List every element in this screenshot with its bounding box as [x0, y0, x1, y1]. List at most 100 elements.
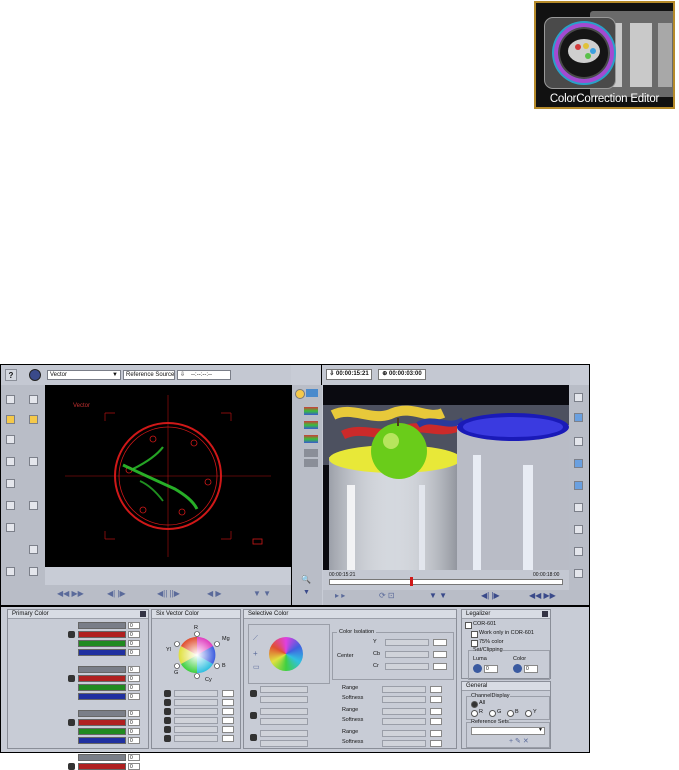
- monitor-icon[interactable]: [574, 459, 583, 468]
- globe-icon[interactable]: [29, 369, 41, 381]
- vector-slider[interactable]: [174, 717, 218, 724]
- softness-field[interactable]: [430, 740, 442, 747]
- player-tool-2-icon[interactable]: [574, 413, 583, 422]
- primary-slider[interactable]: [78, 719, 126, 726]
- eyedropper-icon[interactable]: [295, 389, 305, 399]
- vector-value[interactable]: [222, 717, 234, 724]
- range-slider[interactable]: [382, 686, 426, 693]
- vector-slider[interactable]: [174, 708, 218, 715]
- primary-slider[interactable]: [78, 737, 126, 744]
- y-field[interactable]: [433, 639, 447, 646]
- step-icon[interactable]: ◀| |▶: [107, 589, 126, 598]
- softness-field[interactable]: [430, 718, 442, 725]
- selective-tool-2-icon[interactable]: +: [253, 649, 258, 658]
- help-button[interactable]: ?: [5, 369, 17, 381]
- softness-field[interactable]: [430, 696, 442, 703]
- primary-slider[interactable]: [78, 728, 126, 735]
- six-vector-wheel[interactable]: [162, 624, 232, 684]
- selective-tool-3-icon[interactable]: ▭: [253, 663, 260, 671]
- vector-value[interactable]: [222, 690, 234, 697]
- luma-knob[interactable]: [473, 664, 482, 673]
- player-tool-1-icon[interactable]: [574, 393, 583, 402]
- primary-value[interactable]: 0: [128, 640, 140, 647]
- zoom-icon[interactable]: 🔍: [301, 575, 311, 584]
- cor601-checkbox[interactable]: [465, 622, 472, 629]
- scope-tool-2-icon[interactable]: [29, 395, 38, 404]
- range-field[interactable]: [430, 730, 442, 737]
- player-tool-7-icon[interactable]: [574, 569, 583, 578]
- work-only-checkbox[interactable]: [471, 631, 478, 638]
- primary-value[interactable]: 0: [128, 631, 140, 638]
- selective-slider[interactable]: [260, 686, 308, 693]
- loop-icon[interactable]: ⟳ ⊡: [379, 591, 395, 600]
- split-icon[interactable]: [29, 501, 38, 510]
- luma-value[interactable]: 0: [484, 665, 498, 673]
- primary-slider[interactable]: [78, 763, 126, 770]
- vector-value[interactable]: [222, 708, 234, 715]
- primary-slider[interactable]: [78, 622, 126, 629]
- primary-slider[interactable]: [78, 684, 126, 691]
- primary-value[interactable]: 0: [128, 719, 140, 726]
- primary-slider[interactable]: [78, 693, 126, 700]
- shuttle-icon[interactable]: ◀◀ ▶▶: [529, 591, 556, 600]
- primary-value[interactable]: 0: [128, 622, 140, 629]
- monitor-2-icon[interactable]: [574, 481, 583, 490]
- primary-value[interactable]: 0: [128, 684, 140, 691]
- target-icon[interactable]: [6, 415, 15, 424]
- radio-y[interactable]: [525, 710, 532, 717]
- primary-value[interactable]: 0: [128, 666, 140, 673]
- reference-sets-select[interactable]: ▼: [471, 727, 545, 735]
- mark-icon[interactable]: ▼ ▼: [253, 589, 271, 598]
- range-field[interactable]: [430, 708, 442, 715]
- scope-mode-select[interactable]: Vector ▼: [47, 370, 121, 380]
- vector-value[interactable]: [222, 726, 234, 733]
- player-tool-4-icon[interactable]: [574, 503, 583, 512]
- in-out-icon[interactable]: ▼ ▼: [429, 591, 447, 600]
- selective-slider[interactable]: [260, 740, 308, 747]
- selective-color-wheel[interactable]: [269, 637, 303, 671]
- player-tool-5-icon[interactable]: [574, 525, 583, 534]
- add-reference-icon[interactable]: + ✎ ✕: [509, 737, 529, 745]
- primary-slider[interactable]: [78, 640, 126, 647]
- timecode-duration[interactable]: ⊕ 00:00:03:00: [378, 369, 426, 380]
- primary-value[interactable]: 0: [128, 754, 140, 761]
- radio-b[interactable]: [507, 710, 514, 717]
- softness-slider[interactable]: [382, 718, 426, 725]
- legalizer-menu-icon[interactable]: [542, 611, 548, 617]
- playhead[interactable]: [410, 577, 413, 586]
- cr-field[interactable]: [433, 663, 447, 670]
- primary-slider[interactable]: [78, 754, 126, 761]
- vector-value[interactable]: [222, 735, 234, 742]
- arrow-right-icon[interactable]: [29, 567, 38, 576]
- mark-in-icon[interactable]: ▸ ▸: [335, 591, 345, 600]
- range-slider[interactable]: [382, 730, 426, 737]
- selective-tool-1-icon[interactable]: ⟋: [253, 635, 258, 643]
- timeline-track[interactable]: [329, 577, 563, 586]
- table-icon[interactable]: [6, 523, 15, 532]
- cb-slider[interactable]: [385, 651, 429, 658]
- timecode-in[interactable]: ⇩ 00:00:15:21: [326, 369, 372, 380]
- scroll-down-icon[interactable]: ▼: [303, 589, 310, 596]
- timecode-field[interactable]: ⇩ --:--:--:--: [177, 370, 231, 380]
- primary-value[interactable]: 0: [128, 728, 140, 735]
- primary-value[interactable]: 0: [128, 675, 140, 682]
- selective-slider[interactable]: [260, 730, 308, 737]
- player-tool-6-icon[interactable]: [574, 547, 583, 556]
- color-value[interactable]: 0: [524, 665, 538, 673]
- cb-field[interactable]: [433, 651, 447, 658]
- softness-slider[interactable]: [382, 696, 426, 703]
- vector-slider[interactable]: [174, 699, 218, 706]
- primary-slider[interactable]: [78, 649, 126, 656]
- layout-icon[interactable]: [6, 501, 15, 510]
- selective-slider[interactable]: [260, 718, 308, 725]
- vector-slider[interactable]: [174, 690, 218, 697]
- vector-value[interactable]: [222, 699, 234, 706]
- primary-value[interactable]: 0: [128, 693, 140, 700]
- primary-value[interactable]: 0: [128, 737, 140, 744]
- histogram-icon[interactable]: [6, 457, 15, 466]
- compare-icon[interactable]: [306, 389, 318, 397]
- primary-slider[interactable]: [78, 675, 126, 682]
- radio-all[interactable]: [471, 701, 478, 708]
- primary-slider[interactable]: [78, 631, 126, 638]
- frame-icon[interactable]: ◀|| ||▶: [157, 589, 180, 598]
